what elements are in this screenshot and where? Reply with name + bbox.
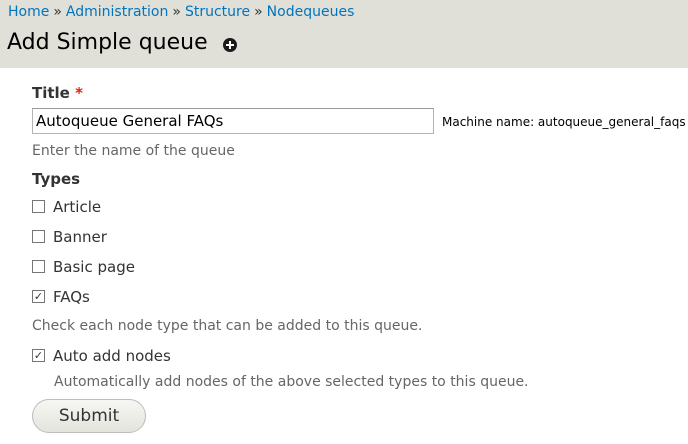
checkbox-banner[interactable] — [32, 230, 45, 243]
breadcrumb-separator: » — [53, 4, 62, 20]
plus-circle-icon[interactable] — [223, 38, 237, 52]
auto-add-description: Automatically add nodes of the above sel… — [54, 374, 529, 390]
checkbox-label-basic-page[interactable]: Basic page — [53, 258, 135, 276]
breadcrumb-nodequeues[interactable]: Nodequeues — [267, 4, 355, 20]
machine-name: Machine name: autoqueue_general_faqs — [442, 115, 686, 129]
checkbox-faqs[interactable] — [32, 290, 45, 303]
checkbox-label-banner[interactable]: Banner — [53, 228, 107, 246]
page-title: Add Simple queue — [7, 30, 208, 55]
checkbox-label-article[interactable]: Article — [53, 198, 101, 216]
page-header: Home» Administration» Structure» Nodequeues… — [0, 0, 688, 68]
breadcrumb-separator: » — [172, 4, 181, 20]
types-description: Check each node type that can be added t… — [32, 318, 423, 334]
breadcrumb: Home» Administration» Structure» Nodequeues — [8, 3, 354, 21]
breadcrumb-structure[interactable]: Structure — [185, 4, 250, 20]
required-marker: * — [75, 84, 83, 102]
title-label-text: Title — [32, 84, 70, 102]
checkbox-auto-add[interactable] — [32, 349, 45, 362]
checkbox-label-faqs[interactable]: FAQs — [53, 288, 90, 306]
types-label: Types — [32, 170, 81, 188]
checkbox-label-auto-add[interactable]: Auto add nodes — [53, 347, 171, 365]
checkbox-article[interactable] — [32, 200, 45, 213]
breadcrumb-administration[interactable]: Administration — [66, 4, 168, 20]
title-label: Title * — [32, 84, 83, 102]
breadcrumb-home[interactable]: Home — [8, 4, 49, 20]
title-description: Enter the name of the queue — [32, 143, 235, 159]
title-input[interactable] — [32, 108, 434, 134]
checkbox-basic-page[interactable] — [32, 260, 45, 273]
breadcrumb-separator: » — [254, 4, 263, 20]
submit-button[interactable]: Submit — [32, 399, 146, 433]
